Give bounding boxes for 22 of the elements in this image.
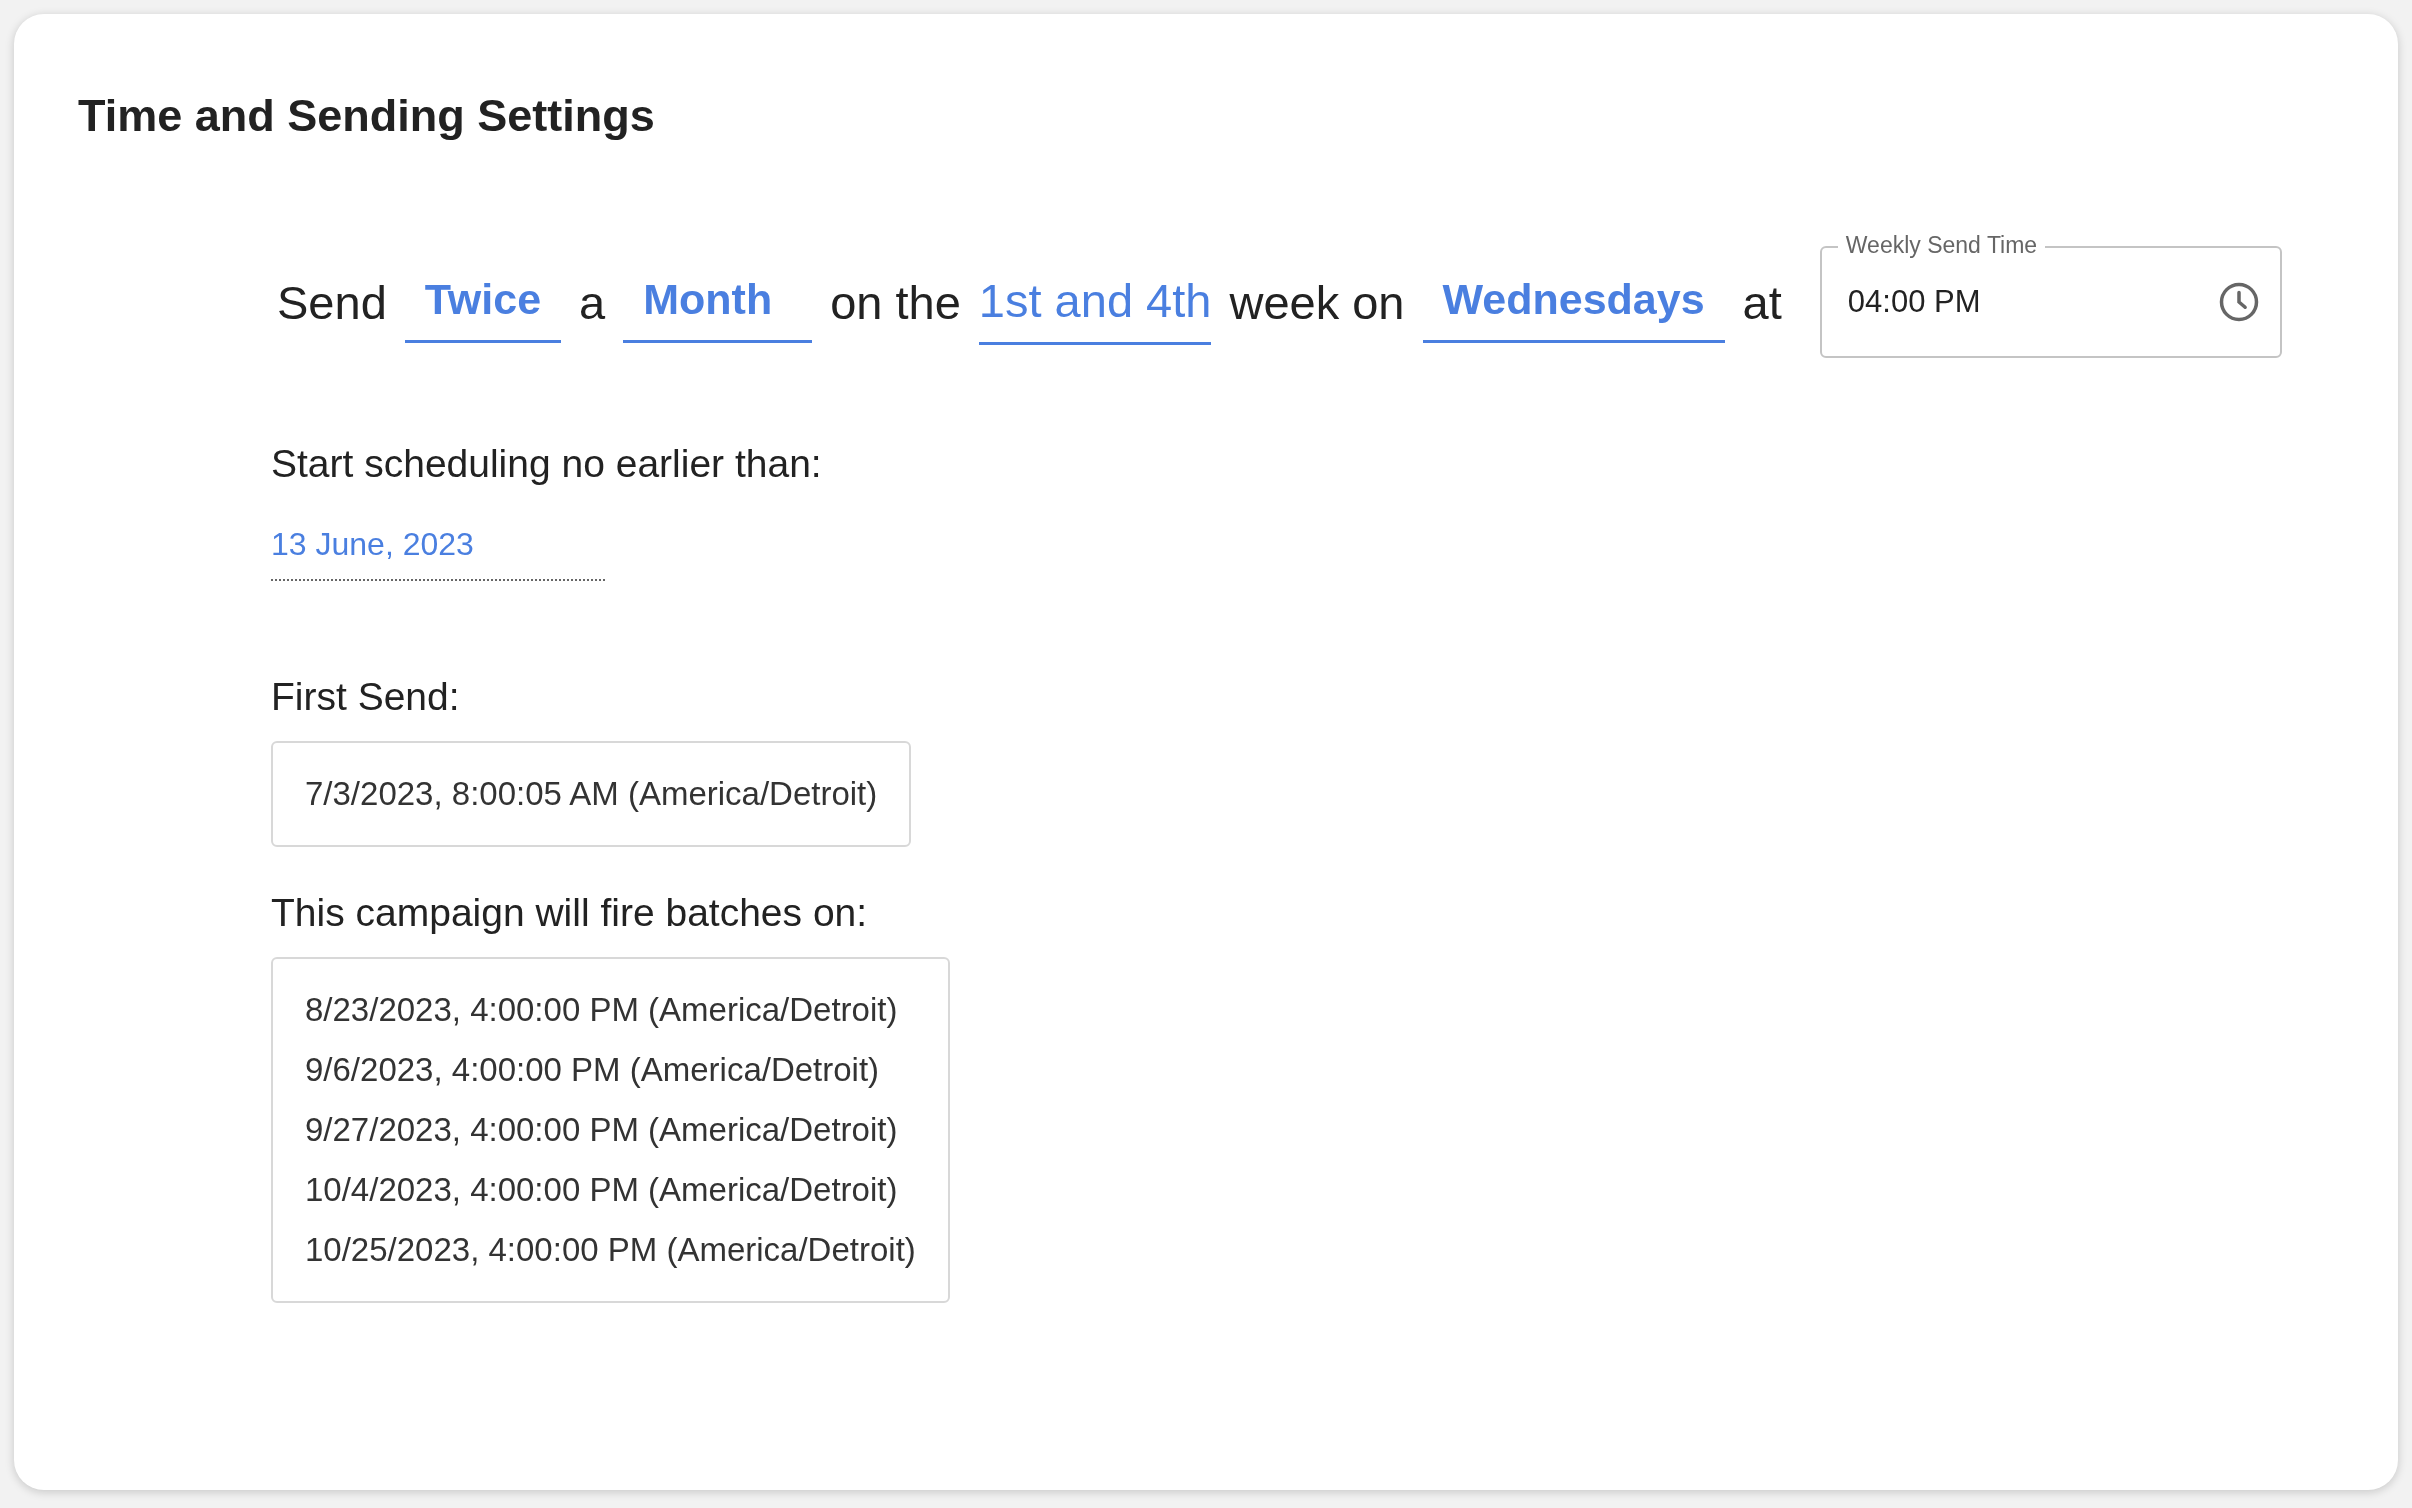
date-entry: 10/25/2023, 4:00:00 PM (America/Detroit)	[305, 1231, 916, 1269]
date-entry: 9/27/2023, 4:00:00 PM (America/Detroit)	[305, 1111, 899, 1149]
section-label: First Send:	[271, 675, 461, 719]
sentence-text: a	[579, 274, 606, 330]
clock-icon[interactable]	[2217, 281, 2260, 323]
section-label: This campaign will fire batches on:	[271, 891, 869, 935]
dropdown-select[interactable]: Month	[623, 261, 813, 343]
date-entry: 10/4/2023, 4:00:00 PM (America/Detroit)	[305, 1171, 899, 1209]
field-label: Weekly Send Time	[1837, 232, 2046, 259]
date-picker-field[interactable]: 13 June, 2023	[271, 526, 605, 581]
sentence-text: at	[1742, 274, 1782, 330]
section-label: Start scheduling no earlier than:	[271, 442, 823, 486]
sentence-text: Send	[277, 274, 387, 330]
date-entry: 7/3/2023, 8:00:05 AM (America/Detroit)	[305, 775, 878, 813]
sentence-text: on the	[830, 274, 961, 330]
section-title: Time and Sending Settings	[78, 90, 656, 142]
dropdown-select[interactable]: Wednesdays	[1422, 261, 1725, 343]
sentence-text: week on	[1229, 274, 1405, 330]
date-entry: 8/23/2023, 4:00:00 PM (America/Detroit)	[305, 991, 899, 1029]
week-select-link[interactable]: 1st and 4th	[978, 259, 1212, 345]
date-entry: 9/6/2023, 4:00:00 PM (America/Detroit)	[305, 1051, 881, 1089]
dropdown-select[interactable]: Twice	[404, 261, 562, 343]
